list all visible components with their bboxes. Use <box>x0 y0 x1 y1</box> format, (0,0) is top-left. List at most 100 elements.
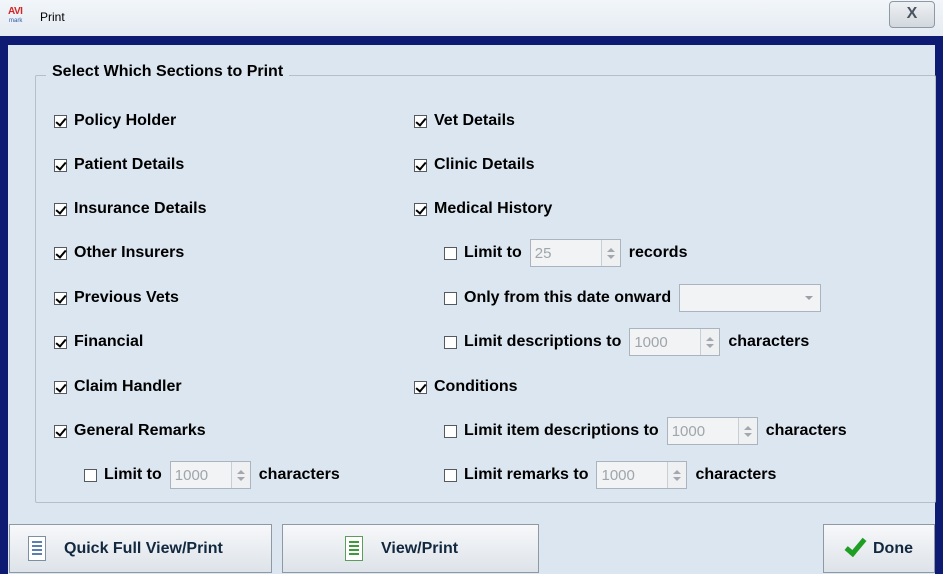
spin-up-icon[interactable] <box>706 336 715 341</box>
financial-checkbox[interactable]: Financial <box>54 330 143 354</box>
done-button[interactable]: Done <box>823 524 935 573</box>
suffix-label: characters <box>258 466 340 483</box>
other-insurers-checkbox[interactable]: Other Insurers <box>54 241 184 265</box>
spin-down-icon[interactable] <box>743 432 752 437</box>
dialog-frame: Select Which Sections to Print Policy Ho… <box>0 36 943 574</box>
spin-down-icon[interactable] <box>606 254 615 259</box>
spinner-arrows[interactable] <box>737 418 757 444</box>
date-onward-checkbox[interactable] <box>444 291 457 305</box>
checkbox-label: Limit to <box>464 244 522 261</box>
spin-down-icon[interactable] <box>236 476 245 481</box>
suffix-label: records <box>628 244 688 261</box>
sections-group-label: Select Which Sections to Print <box>46 62 290 82</box>
date-onward-dropdown[interactable] <box>679 284 822 312</box>
checkbox-label: Limit descriptions to <box>464 333 622 350</box>
checkbox-label: Limit item descriptions to <box>464 422 659 439</box>
checkbox-box[interactable] <box>54 158 67 172</box>
button-label: View/Print <box>381 539 459 557</box>
spin-down-icon[interactable] <box>673 476 682 481</box>
window-title: Print <box>40 10 65 24</box>
suffix-label: characters <box>765 422 847 439</box>
quick-full-view-print-button[interactable]: Quick Full View/Print <box>9 524 272 573</box>
close-button[interactable]: X <box>889 1 935 28</box>
general-remarks-checkbox[interactable]: General Remarks <box>54 419 206 443</box>
checkbox-label: Limit to <box>104 466 162 483</box>
date-onward-row: Only from this date onward <box>444 284 822 312</box>
spinner-arrows[interactable] <box>230 462 250 488</box>
checkbox-label: General Remarks <box>74 422 206 439</box>
green-document-icon <box>345 536 363 561</box>
checkbox-box[interactable] <box>414 114 427 128</box>
medical-history-checkbox[interactable]: Medical History <box>414 197 552 221</box>
spin-up-icon[interactable] <box>743 425 752 430</box>
limit-item-descriptions-row: Limit item descriptions to characters <box>444 417 847 445</box>
button-label: Done <box>873 539 913 557</box>
claim-handler-checkbox[interactable]: Claim Handler <box>54 375 182 399</box>
checkbox-box[interactable] <box>54 291 67 305</box>
general-remarks-limit-checkbox[interactable] <box>84 468 97 482</box>
spin-down-icon[interactable] <box>706 343 715 348</box>
insurance-details-checkbox[interactable]: Insurance Details <box>54 197 207 221</box>
checkbox-box[interactable] <box>54 335 67 349</box>
spinner-input[interactable] <box>597 462 668 488</box>
checkbox-label: Patient Details <box>74 156 185 173</box>
button-label: Quick Full View/Print <box>64 539 223 557</box>
app-logo-icon: AVI mark <box>8 7 32 29</box>
checkbox-label: Other Insurers <box>74 244 185 261</box>
limit-remarks-checkbox[interactable] <box>444 468 457 482</box>
limit-item-descriptions-checkbox[interactable] <box>444 424 457 438</box>
checkbox-label: Vet Details <box>434 112 515 129</box>
spinner-arrows[interactable] <box>667 462 687 488</box>
checkbox-label: Conditions <box>434 378 518 395</box>
checkbox-box[interactable] <box>414 380 427 394</box>
limit-item-descriptions-spinner[interactable] <box>666 417 758 445</box>
conditions-checkbox[interactable]: Conditions <box>414 375 518 399</box>
limit-remarks-spinner[interactable] <box>596 461 688 489</box>
spin-up-icon[interactable] <box>673 469 682 474</box>
checkbox-box[interactable] <box>414 202 427 216</box>
patient-details-checkbox[interactable]: Patient Details <box>54 153 184 177</box>
spin-up-icon[interactable] <box>606 247 615 252</box>
app-logo-text: AVI <box>8 6 23 17</box>
checkbox-label: Claim Handler <box>74 378 182 395</box>
spinner-arrows[interactable] <box>600 240 620 266</box>
limit-records-row: Limit to records <box>444 239 688 267</box>
checkbox-label: Insurance Details <box>74 200 207 217</box>
spinner-input[interactable] <box>667 418 738 444</box>
checkbox-box[interactable] <box>54 424 67 438</box>
title-bar: AVI mark Print X <box>0 0 943 36</box>
limit-descriptions-spinner[interactable] <box>629 328 721 356</box>
previous-vets-checkbox[interactable]: Previous Vets <box>54 286 179 310</box>
app-logo-subtext: mark <box>9 18 23 24</box>
limit-descriptions-checkbox[interactable] <box>444 335 457 349</box>
clinic-details-checkbox[interactable]: Clinic Details <box>414 153 534 177</box>
checkbox-box[interactable] <box>414 158 427 172</box>
spinner-input[interactable] <box>630 329 701 355</box>
dialog-body: Select Which Sections to Print Policy Ho… <box>8 45 936 574</box>
close-icon: X <box>906 5 918 22</box>
limit-records-checkbox[interactable] <box>444 246 457 260</box>
checkbox-label: Limit remarks to <box>464 466 589 483</box>
checkbox-box[interactable] <box>54 246 67 260</box>
spinner-arrows[interactable] <box>700 329 720 355</box>
dropdown-value <box>680 285 798 311</box>
checkbox-label: Only from this date onward <box>464 289 672 306</box>
checkbox-box[interactable] <box>54 380 67 394</box>
checkbox-label: Previous Vets <box>74 289 179 306</box>
limit-remarks-row: Limit remarks to characters <box>444 461 777 489</box>
checkbox-box[interactable] <box>54 114 67 128</box>
vet-details-checkbox[interactable]: Vet Details <box>414 109 515 133</box>
checkbox-box[interactable] <box>54 202 67 216</box>
chevron-down-icon[interactable] <box>798 285 820 311</box>
checkbox-label: Clinic Details <box>434 156 535 173</box>
limit-records-spinner[interactable] <box>529 239 621 267</box>
green-check-icon <box>844 533 867 558</box>
suffix-label: characters <box>695 466 777 483</box>
general-remarks-limit-spinner[interactable] <box>169 461 251 489</box>
spinner-input[interactable] <box>170 462 231 488</box>
spinner-input[interactable] <box>530 240 601 266</box>
policy-holder-checkbox[interactable]: Policy Holder <box>54 109 176 133</box>
document-icon <box>28 536 46 561</box>
spin-up-icon[interactable] <box>236 469 245 474</box>
view-print-button[interactable]: View/Print <box>282 524 539 573</box>
